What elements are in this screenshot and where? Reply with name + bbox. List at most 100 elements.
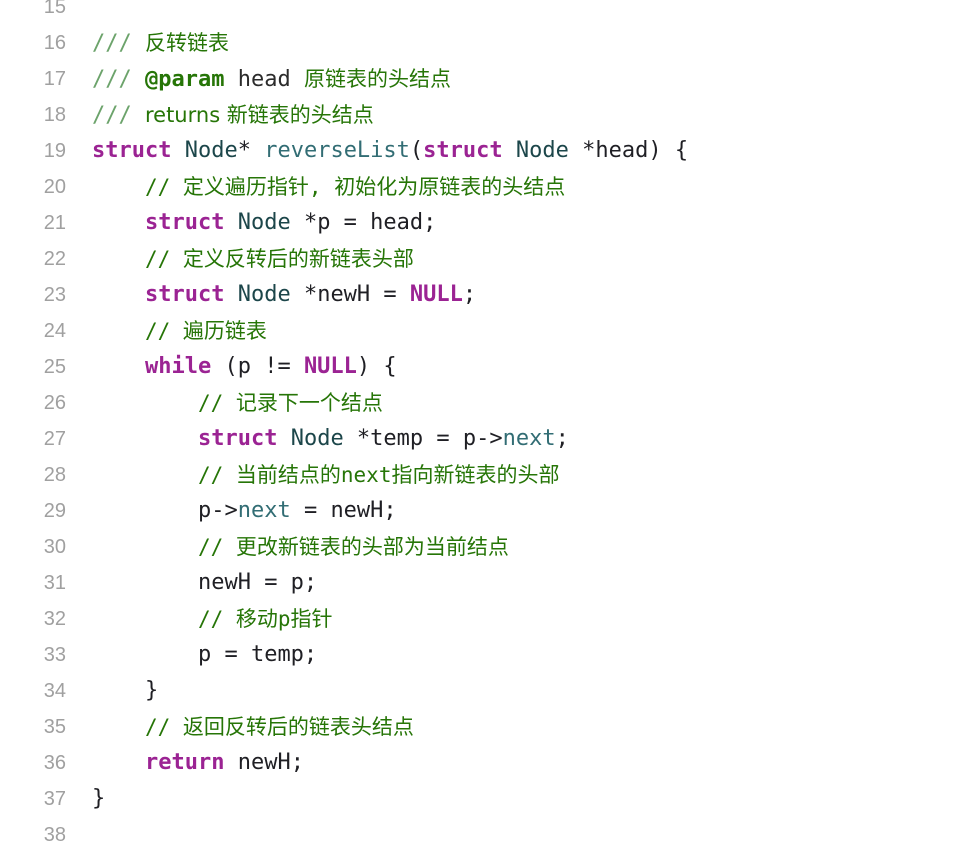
code-line[interactable]: 29 p->next = newH; [0,493,966,529]
code-line[interactable]: 35 // 返回反转后的链表头结点 [0,709,966,745]
code-text: p = temp; [92,637,317,673]
line-number: 25 [43,356,66,378]
code-line[interactable]: 37} [0,781,966,817]
code-token: head [224,67,304,92]
code-token: 反转链表 [144,31,229,55]
code-line[interactable]: 25 while (p != NULL) { [0,349,966,385]
code-token: Node [515,138,569,163]
code-text: } [92,781,105,817]
code-token: *head) { [568,138,689,163]
code-line[interactable]: 32 // 移动p指针 [0,601,966,637]
code-token: @param [144,67,225,92]
code-line[interactable]: 27 struct Node *temp = p->next; [0,421,966,457]
code-line[interactable]: 23 struct Node *newH = NULL; [0,277,966,313]
line-number: 35 [43,716,66,738]
code-token: // 记录下一个结点 [197,391,383,415]
code-token: NULL [303,354,357,379]
code-token: next [237,498,291,523]
code-line[interactable]: 20 // 定义遍历指针, 初始化为原链表的头结点 [0,169,966,205]
line-number: 24 [43,320,66,342]
code-token: (p != [211,354,304,379]
code-line[interactable]: 31 newH = p; [0,565,966,601]
code-line[interactable]: 33 p = temp; [0,637,966,673]
code-token: ( [409,138,424,163]
code-token: while [144,354,212,379]
code-token: struct [144,210,225,235]
code-token: /// [92,67,145,92]
code-token: newH = p; [197,570,318,595]
code-line[interactable]: 28 // 当前结点的next指向新链表的头部 [0,457,966,493]
code-text: // 定义反转后的新链表头部 [92,241,414,278]
code-token: next [502,426,556,451]
line-number: 33 [43,644,66,666]
code-text: /// @param head 原链表的头结点 [92,61,451,98]
code-token: struct [423,138,503,163]
code-line[interactable]: 15 [0,0,966,25]
code-text: /// 反转链表 [92,25,229,62]
line-number: 19 [43,140,66,162]
code-token: *p = head; [290,210,437,235]
code-token: returns 新链表的头结点 [144,103,374,127]
code-token: Node [290,426,344,451]
line-number: 17 [43,68,66,90]
line-number: 23 [43,284,66,306]
code-token: p-> [197,498,238,523]
code-line[interactable]: 21 struct Node *p = head; [0,205,966,241]
code-token: } [92,678,159,703]
code-line[interactable]: 30 // 更改新链表的头部为当前结点 [0,529,966,565]
code-text: // 更改新链表的头部为当前结点 [92,529,509,566]
code-line[interactable]: 18 /// returns 新链表的头结点 [0,97,966,133]
line-number: 20 [43,176,66,198]
code-line[interactable]: 17 /// @param head 原链表的头结点 [0,61,966,97]
code-text: // 记录下一个结点 [92,385,383,422]
code-text: newH = p; [92,565,317,601]
line-number: 21 [43,212,66,234]
code-token: = newH; [290,498,397,523]
code-text: // 遍历链表 [92,313,267,350]
code-text: // 定义遍历指针, 初始化为原链表的头结点 [92,169,565,206]
code-token: Node [237,282,291,307]
code-line[interactable]: 36 return newH; [0,745,966,781]
code-token: /// [92,103,145,128]
code-token: // 当前结点的next指向新链表的头部 [197,463,560,487]
code-token: ; [555,426,569,451]
code-token: // 移动p指针 [197,607,333,631]
code-text: struct Node *newH = NULL; [92,277,476,313]
code-line[interactable]: 19 struct Node* reverseList(struct Node *… [0,133,966,169]
code-token: // 定义反转后的新链表头部 [144,247,414,271]
line-number: 22 [43,248,66,270]
code-token: * [237,138,265,163]
line-number: 36 [43,752,66,774]
code-line[interactable]: 22 // 定义反转后的新链表头部 [0,241,966,277]
line-number: 15 [43,0,66,18]
line-number: 32 [43,608,66,630]
code-token: *newH = [290,282,410,307]
line-number: 16 [43,32,66,54]
code-text: struct Node *p = head; [92,205,436,241]
code-token: // 返回反转后的链表头结点 [144,715,414,739]
code-line[interactable]: 34 } [0,673,966,709]
line-number: 34 [43,680,66,702]
code-token: // 遍历链表 [144,319,267,343]
code-token: 原链表的头结点 [303,67,451,91]
code-editor[interactable]: 15 16 /// 反转链表 17 /// @param head 原链表的头结点 18 /… [0,0,966,853]
code-line[interactable]: 16 /// 反转链表 [0,25,966,61]
code-line[interactable]: 26 // 记录下一个结点 [0,385,966,421]
code-text: } [92,673,158,709]
code-line[interactable]: 24 // 遍历链表 [0,313,966,349]
